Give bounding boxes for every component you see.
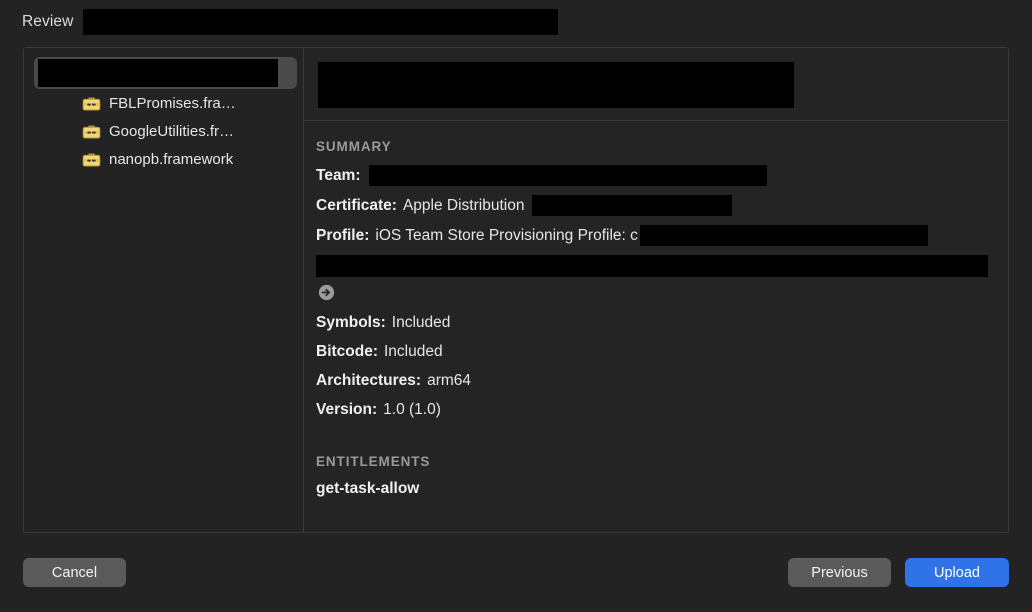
detail-header [304,48,1008,121]
sidebar-item-framework[interactable]: nanopb.framework [24,145,303,173]
detail-body: SUMMARY Team: Certificate: Apple Distrib… [304,121,1008,498]
detail-header-redaction-bar [318,62,794,108]
summary-key: Version: [316,401,378,418]
header-redaction-bar [83,9,559,35]
summary-value: Included [384,343,443,360]
summary-row-symbols: Symbols: Included [316,313,1008,333]
summary-key: Symbols: [316,314,386,331]
summary-row-architectures: Architectures: arm64 [316,371,1008,391]
summary-key: Certificate: [316,196,397,214]
summary-key: Architectures: [316,372,422,389]
certificate-redaction-bar [532,195,733,216]
summary-key: Bitcode: [316,343,378,360]
summary-key: Profile: [316,226,370,244]
team-redaction-bar [368,165,767,186]
entitlement-item: get-task-allow [316,480,420,497]
cancel-button[interactable]: Cancel [23,558,126,587]
summary-value: Apple Distribution [402,196,525,214]
page-title: Review [22,13,74,30]
summary-row-profile: Profile: iOS Team Store Provisioning Pro… [316,225,1008,246]
sidebar-item-label: FBLPromises.fra… [109,94,236,112]
profile-redaction-bar-line2 [316,255,988,277]
summary-row-bitcode: Bitcode: Included [316,342,1008,362]
summary-key: Team: [316,166,361,184]
summary-value: 1.0 (1.0) [383,401,441,418]
arrow-right-circle-icon[interactable] [318,284,335,301]
sidebar-item-label: nanopb.framework [109,150,234,168]
summary-value: arm64 [427,372,472,389]
summary-row-version: Version: 1.0 (1.0) [316,400,1008,420]
summary-section-title: SUMMARY [316,139,392,154]
entitlements-section-title: ENTITLEMENTS [316,454,431,469]
review-panel: FBLPromises.fra… GoogleUtilities.fr… nan… [23,47,1009,533]
sidebar-item-framework[interactable]: GoogleUtilities.fr… [24,117,303,145]
framework-toolbox-icon [82,125,101,139]
summary-value: Included [391,314,451,331]
review-header: Review [0,0,1032,44]
summary-value: iOS Team Store Provisioning Profile: c [375,226,638,244]
framework-toolbox-icon [82,97,101,111]
detail-pane: SUMMARY Team: Certificate: Apple Distrib… [304,48,1008,532]
upload-button[interactable]: Upload [905,558,1009,587]
sidebar-item-label: GoogleUtilities.fr… [109,122,235,140]
sidebar-item-framework[interactable]: FBLPromises.fra… [24,89,303,117]
framework-toolbox-icon [82,153,101,167]
sidebar-item-app-bundle-root[interactable] [34,57,297,89]
summary-row-certificate: Certificate: Apple Distribution [316,195,1008,216]
dialog-footer: Cancel Previous Upload [0,548,1032,612]
summary-row-team: Team: [316,165,1008,186]
sidebar-root-redaction-bar [38,59,278,87]
profile-redaction-bar [639,225,928,246]
previous-button[interactable]: Previous [788,558,891,587]
bundle-outline-sidebar[interactable]: FBLPromises.fra… GoogleUtilities.fr… nan… [24,48,304,532]
